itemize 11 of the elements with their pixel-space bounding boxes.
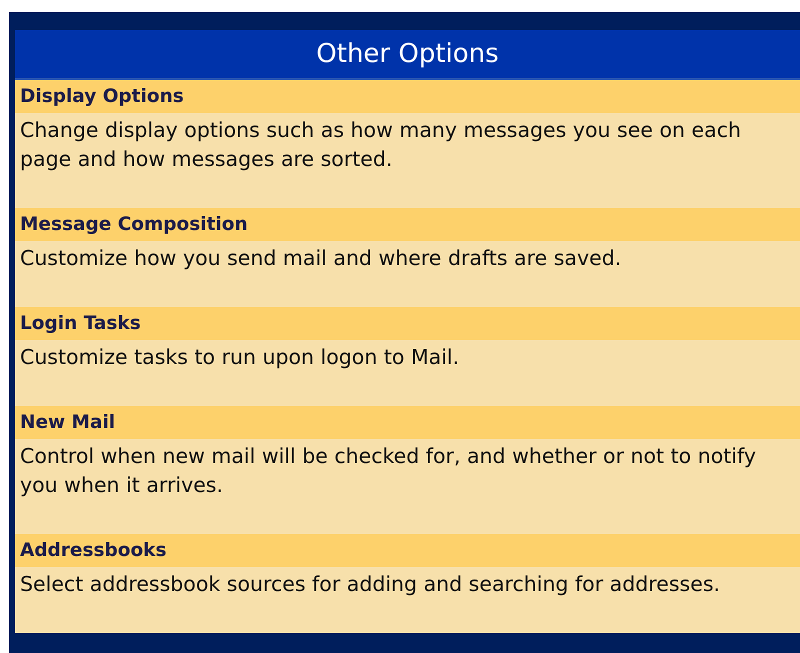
section-link[interactable]: Display Options: [20, 86, 184, 107]
section-link[interactable]: New Mail: [20, 412, 116, 433]
panel-title: Other Options: [15, 30, 800, 80]
section-link[interactable]: Message Composition: [20, 214, 248, 235]
section-description: Change display options such as how many messages you see on each page and how messages are sorted.: [20, 118, 741, 171]
section-description: Customize how you send mail and where drafts are saved.: [20, 246, 622, 270]
section-description: Control when new mail will be checked for, and whether or not to notify you when it arrives.: [20, 444, 756, 497]
section-description: Customize tasks to run upon logon to Mail.: [20, 345, 460, 369]
section-link[interactable]: Login Tasks: [20, 313, 141, 334]
section-description: Select addressbook sources for adding and searching for addresses.: [20, 572, 720, 596]
section-link[interactable]: Addressbooks: [20, 540, 166, 561]
